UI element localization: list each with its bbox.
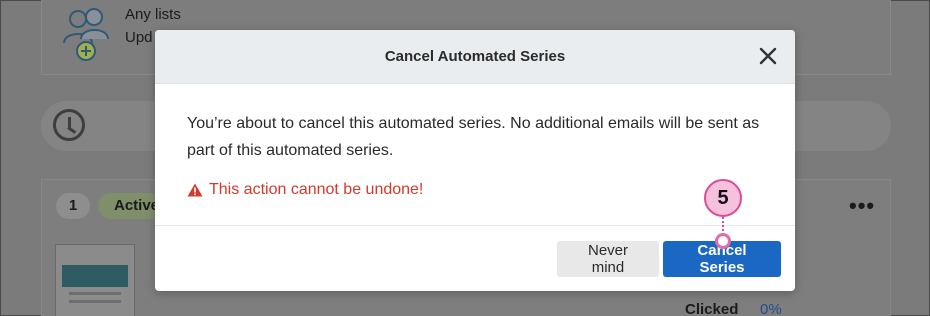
close-icon[interactable]: [757, 45, 779, 67]
never-mind-button[interactable]: Never mind: [557, 241, 659, 277]
cancel-series-dialog: Cancel Automated Series You’re about to …: [155, 30, 795, 291]
dialog-header: Cancel Automated Series: [155, 30, 795, 84]
clicked-label: Clicked: [685, 301, 739, 316]
updated-label: Upd: [125, 29, 153, 46]
dialog-message: You’re about to cancel this automated se…: [187, 115, 760, 159]
warning-message: This action cannot be undone!: [187, 181, 763, 199]
dialog-title: Cancel Automated Series: [384, 48, 566, 65]
dialog-body: You’re about to cancel this automated se…: [155, 84, 795, 226]
more-options-icon[interactable]: •••: [849, 193, 875, 219]
callout-target-dot: [715, 233, 731, 249]
clock-icon: [53, 109, 85, 141]
warning-icon: [187, 183, 203, 197]
email-thumbnail: [55, 244, 135, 316]
clicked-value: 0%: [760, 301, 782, 316]
list-label: Any lists: [125, 6, 181, 23]
count-badge: 1: [56, 193, 90, 219]
people-icon: [61, 5, 113, 61]
warning-text: This action cannot be undone!: [209, 181, 424, 198]
step-callout: 5: [704, 179, 742, 217]
